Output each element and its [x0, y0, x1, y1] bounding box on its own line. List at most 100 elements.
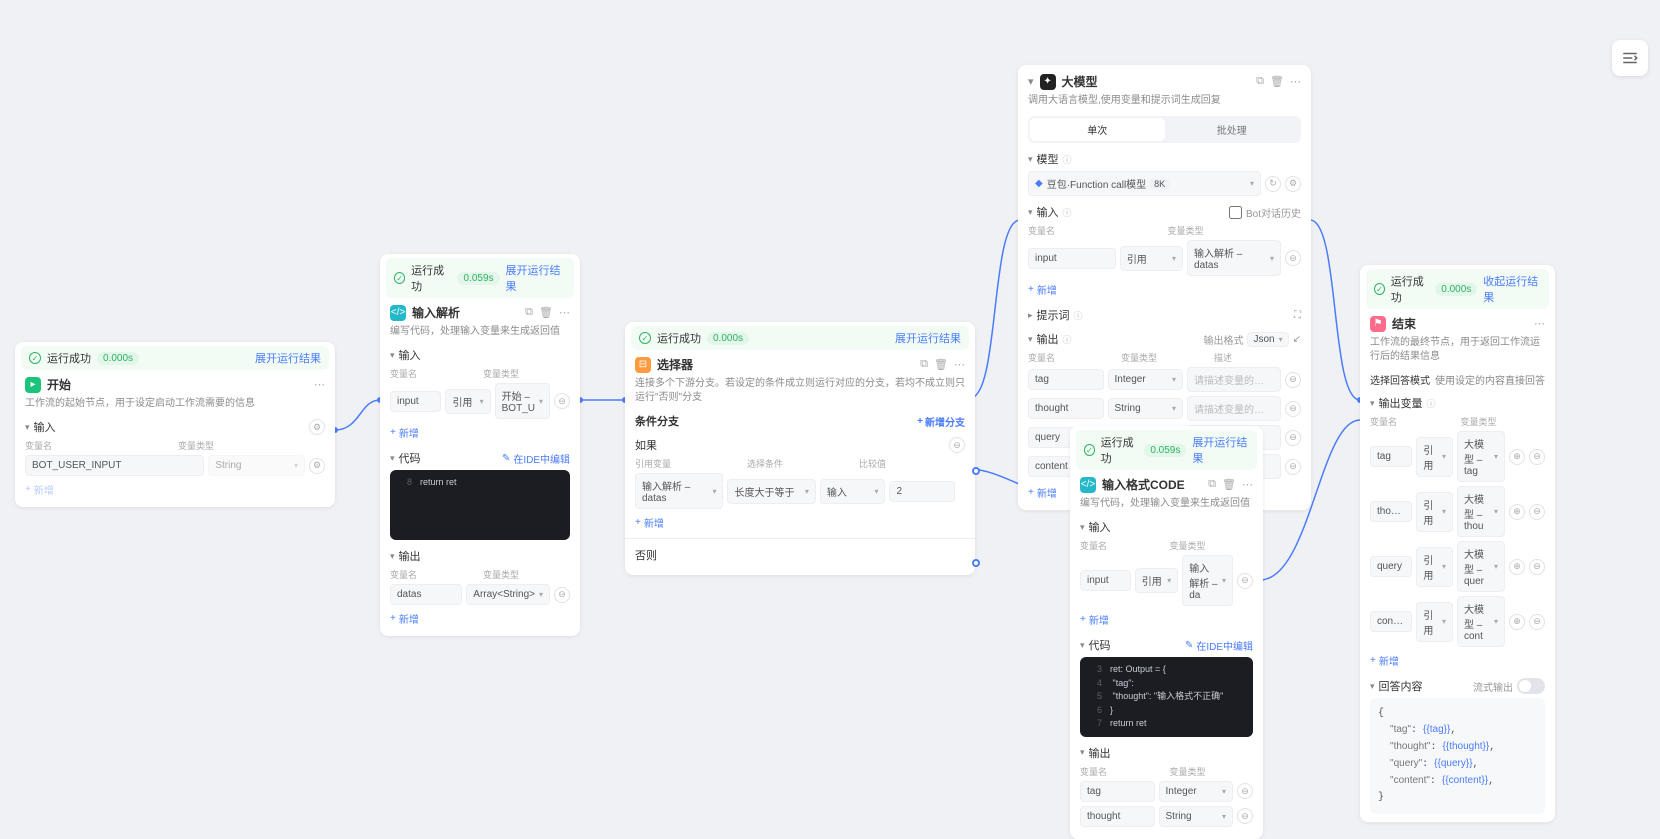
expand-results-link[interactable]: 展开运行结果	[506, 262, 566, 294]
cmp-type-select[interactable]: 输入	[827, 484, 847, 499]
delete-icon[interactable]: 🗑	[1270, 75, 1284, 88]
llm-input-ref[interactable]: 输入解析 – datas	[1194, 245, 1266, 271]
remove-icon[interactable]: ⊖	[1285, 401, 1301, 417]
llm-input-var[interactable]: input	[1028, 248, 1116, 269]
expand-results-link[interactable]: 展开运行结果	[1192, 434, 1249, 466]
out-type-select[interactable]: String	[1166, 811, 1192, 822]
model-select[interactable]: 豆包·Function call模型	[1047, 176, 1146, 191]
remove-icon[interactable]: ⊖	[1285, 430, 1301, 446]
copy-icon[interactable]: ⧉	[1208, 478, 1216, 491]
remove-icon[interactable]: ⊖	[1237, 573, 1253, 589]
settings-row-icon[interactable]: ⚙	[309, 458, 325, 474]
add-var-button[interactable]: +新增	[1370, 651, 1399, 670]
more-icon[interactable]: ⋯	[954, 358, 965, 371]
remove-icon[interactable]: ⊖	[1237, 783, 1253, 799]
remove-icon[interactable]: ⊖	[554, 587, 570, 603]
delete-icon[interactable]: 🗑	[1222, 478, 1236, 491]
remove-branch-icon[interactable]: ⊖	[949, 437, 965, 453]
var-name-field[interactable]: BOT_USER_INPUT	[25, 455, 204, 476]
output-var-field[interactable]: datas	[390, 584, 462, 605]
edit-in-ide-link[interactable]: ✎ 在IDE中编辑	[502, 451, 570, 466]
out-type-select[interactable]: Integer	[1166, 786, 1197, 797]
remove-icon[interactable]: ⊖	[1529, 559, 1545, 575]
tab-single[interactable]: 单次	[1030, 118, 1165, 141]
output-port-else[interactable]	[972, 559, 980, 567]
var-name[interactable]: content	[1370, 611, 1412, 632]
remove-icon[interactable]: ⊖	[1529, 614, 1545, 630]
node-start[interactable]: 运行成功 0.000s 展开运行结果 ▸ 开始 ⋯ 工作流的起始节点，用于设定启…	[15, 342, 335, 507]
collapse-panel-button[interactable]	[1612, 40, 1648, 76]
remove-icon[interactable]: ⊖	[1529, 449, 1545, 465]
settings-icon[interactable]: ⚙	[309, 419, 325, 435]
out-name[interactable]: thought	[1028, 398, 1104, 419]
node-end[interactable]: 运行成功0.000s收起运行结果 ⚑ 结束 ⋯ 工作流的最终节点，用于返回工作流…	[1360, 265, 1555, 822]
add-branch-button[interactable]: + 新增分支	[917, 414, 965, 429]
stream-toggle[interactable]	[1517, 678, 1545, 694]
remove-icon[interactable]: ⊖	[1285, 250, 1301, 266]
node-input-parse[interactable]: 运行成功0.059s展开运行结果 </> 输入解析 ⧉ 🗑 ⋯ 编写代码，处理输…	[380, 254, 580, 636]
output-format-select[interactable]: Json	[1253, 334, 1274, 345]
remove-icon[interactable]: ⊖	[1285, 459, 1301, 475]
add-input-button[interactable]: +新增	[390, 423, 419, 442]
delete-icon[interactable]: 🗑	[934, 358, 948, 371]
out-desc[interactable]: 请描述变量的用途	[1187, 396, 1281, 421]
refresh-icon[interactable]: ↻	[1265, 176, 1281, 192]
cond-ref-select[interactable]: 输入解析 – datas	[642, 478, 708, 504]
mode-tabs[interactable]: 单次批处理	[1028, 116, 1301, 143]
more-icon[interactable]: ⋯	[1290, 75, 1301, 88]
delete-icon[interactable]: 🗑	[539, 306, 553, 319]
more-icon[interactable]: ⋯	[559, 306, 570, 319]
collapse-results-link[interactable]: 收起运行结果	[1483, 273, 1541, 305]
var-name[interactable]: tag	[1370, 446, 1412, 467]
add-icon[interactable]: ⊕	[1509, 449, 1525, 465]
var-ref-select[interactable]: 大模型 – cont	[1464, 601, 1490, 642]
input-var-field[interactable]: input	[390, 391, 441, 412]
add-output-button[interactable]: +新增	[1028, 483, 1057, 502]
add-condition-button[interactable]: +新增	[635, 513, 664, 532]
add-icon[interactable]: ⊕	[1509, 614, 1525, 630]
copy-icon[interactable]: ⧉	[525, 306, 533, 319]
add-icon[interactable]: ⊕	[1509, 504, 1525, 520]
more-icon[interactable]: ⋯	[1242, 478, 1253, 491]
code-editor[interactable]: 3ret: Output = {4 "tag":5 "thought": "输入…	[1080, 657, 1253, 737]
var-ref-select[interactable]: 大模型 – tag	[1464, 436, 1490, 477]
expand-icon[interactable]: ⛶	[1294, 310, 1301, 321]
out-name[interactable]: thought	[1080, 806, 1155, 827]
copy-icon[interactable]: ⧉	[1256, 75, 1264, 88]
output-type-select[interactable]: Array<String>	[473, 589, 535, 600]
cmp-value-field[interactable]: 2	[889, 481, 955, 502]
remove-icon[interactable]: ⊖	[1237, 808, 1253, 824]
output-port-if[interactable]	[972, 467, 980, 475]
answer-mode-value[interactable]: 使用设定的内容直接回答	[1435, 372, 1545, 387]
bot-history-checkbox[interactable]	[1229, 206, 1242, 219]
input-ref-select[interactable]: 输入解析 – da	[1189, 560, 1218, 601]
add-output-button[interactable]: +新增	[390, 609, 419, 628]
prompt-section[interactable]: 提示词	[1037, 307, 1070, 323]
settings-icon[interactable]: ⚙	[1285, 176, 1301, 192]
expand-results-link[interactable]: 展开运行结果	[255, 350, 321, 366]
remove-icon[interactable]: ⊖	[1285, 372, 1301, 388]
out-name[interactable]: tag	[1028, 369, 1104, 390]
edit-in-ide-link[interactable]: ✎ 在IDE中编辑	[1185, 638, 1253, 653]
answer-json[interactable]: { "tag": {{tag}}, "thought": {{thought}}…	[1370, 698, 1545, 814]
node-selector[interactable]: 运行成功0.000s展开运行结果 ⊟ 选择器 ⧉ 🗑 ⋯ 连接多个下游分支。若设…	[625, 322, 975, 575]
cond-op-select[interactable]: 长度大于等于	[734, 484, 794, 499]
expand-results-link[interactable]: 展开运行结果	[895, 330, 961, 346]
copy-icon[interactable]: ⧉	[920, 358, 928, 371]
tab-batch[interactable]: 批处理	[1165, 118, 1300, 141]
var-ref-select[interactable]: 大模型 – quer	[1464, 546, 1490, 587]
remove-icon[interactable]: ⊖	[554, 393, 570, 409]
add-input-button[interactable]: +新增	[1028, 280, 1057, 299]
out-type-select[interactable]: String	[1115, 403, 1141, 414]
remove-icon[interactable]: ⊖	[1529, 504, 1545, 520]
more-icon[interactable]: ⋯	[1534, 317, 1545, 330]
node-format-code[interactable]: 运行成功0.059s展开运行结果 </> 输入格式CODE ⧉ 🗑 ⋯ 编写代码…	[1070, 426, 1263, 839]
out-name[interactable]: tag	[1080, 781, 1155, 802]
add-icon[interactable]: ⊕	[1509, 559, 1525, 575]
node-tools[interactable]: ⋯	[314, 378, 325, 391]
ref-select[interactable]: 开始 – BOT_U	[502, 388, 535, 414]
var-name[interactable]: query	[1370, 556, 1412, 577]
import-icon[interactable]: ↙	[1293, 334, 1301, 345]
add-input-button[interactable]: +新增	[1080, 610, 1109, 629]
out-desc[interactable]: 请描述变量的用途	[1187, 367, 1281, 392]
